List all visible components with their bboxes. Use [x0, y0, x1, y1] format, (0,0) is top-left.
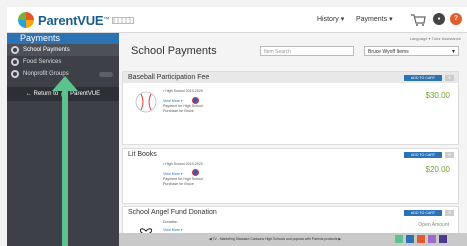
item-school: • High School 2019-2020: [163, 89, 203, 93]
app-frame: ParentVUE ™ History ▾ Payments ▾ ● ? Pay…: [0, 0, 467, 246]
payment-item-card: Lit Books • High School 2019-2020 View M…: [122, 148, 459, 204]
school-icon: [11, 46, 19, 54]
main-content: Language ▾ Tutor Assistance School Payme…: [119, 33, 467, 246]
logo-trademark: ™: [103, 17, 110, 23]
up-arrow-annotation-icon: [52, 76, 78, 246]
item-price: $30.00: [425, 91, 450, 100]
district-badge: [112, 16, 135, 24]
sidebar-item-food-services[interactable]: Food Services: [7, 56, 119, 68]
item-school: Donation: [163, 220, 178, 224]
email-icon[interactable]: [417, 235, 425, 243]
payments-menu[interactable]: Payments ▾: [356, 15, 393, 23]
item-search-input[interactable]: Item Search: [260, 46, 354, 56]
item-purchase-for: Purchase for Bruce: [163, 109, 194, 113]
top-bar: ParentVUE ™ History ▾ Payments ▾ ● ?: [7, 7, 467, 33]
add-to-cart-button[interactable]: ADD TO CART: [404, 152, 442, 158]
user-avatar-icon[interactable]: ●: [433, 13, 445, 25]
nonprofit-icon: [11, 70, 19, 78]
baseball-icon: [135, 91, 157, 113]
bottom-banner: ◀ TV - Marketing Standard Cartoons High …: [119, 233, 467, 246]
add-to-cart-button[interactable]: ADD TO CART: [404, 210, 442, 216]
logo-text: ParentVUE: [38, 12, 104, 28]
item-price: $20.00: [425, 165, 450, 174]
print-icon[interactable]: [428, 235, 436, 243]
payment-item-card: Baseball Participation Fee • High School…: [122, 71, 459, 145]
facebook-icon[interactable]: [406, 235, 414, 243]
remove-icon[interactable]: ✕: [445, 210, 454, 216]
more-icon[interactable]: [439, 235, 447, 243]
school-logo-icon: [192, 169, 199, 176]
remove-icon[interactable]: ✕: [445, 75, 454, 81]
logo-mark-icon: [18, 12, 34, 28]
shopping-cart-icon[interactable]: [410, 13, 426, 27]
sidebar-item-label: Food Services: [23, 59, 62, 65]
student-items-select[interactable]: Bruce Wyoff Items ▾: [364, 46, 459, 56]
nonprofit-badge: [99, 71, 113, 77]
sidebar-title: Payments: [7, 33, 119, 44]
language-link[interactable]: Language ▾ Tutor Assistance: [410, 36, 461, 41]
remove-icon[interactable]: ✕: [445, 152, 454, 158]
item-school: • High School 2019-2020: [163, 162, 203, 166]
food-icon: [11, 58, 19, 66]
sidebar-item-school-payments[interactable]: School Payments: [7, 44, 119, 56]
history-menu[interactable]: History ▾: [317, 15, 344, 23]
student-select-value: Bruce Wyoff Items: [368, 49, 409, 55]
open-amount-label: Open Amount: [418, 222, 449, 228]
chevron-down-icon: ▾: [451, 49, 455, 55]
item-purchase-for: Purchase for Bruce: [163, 182, 194, 186]
share-icon[interactable]: [395, 235, 403, 243]
add-to-cart-button[interactable]: ADD TO CART: [404, 75, 442, 81]
page-title: School Payments: [131, 45, 217, 57]
banner-text: ◀ TV - Marketing Standard Cartoons High …: [209, 237, 341, 241]
school-logo-icon: [192, 97, 199, 104]
help-icon[interactable]: ?: [450, 13, 462, 25]
sidebar-item-label: School Payments: [23, 47, 70, 53]
parentvue-logo[interactable]: ParentVUE ™: [18, 10, 135, 30]
